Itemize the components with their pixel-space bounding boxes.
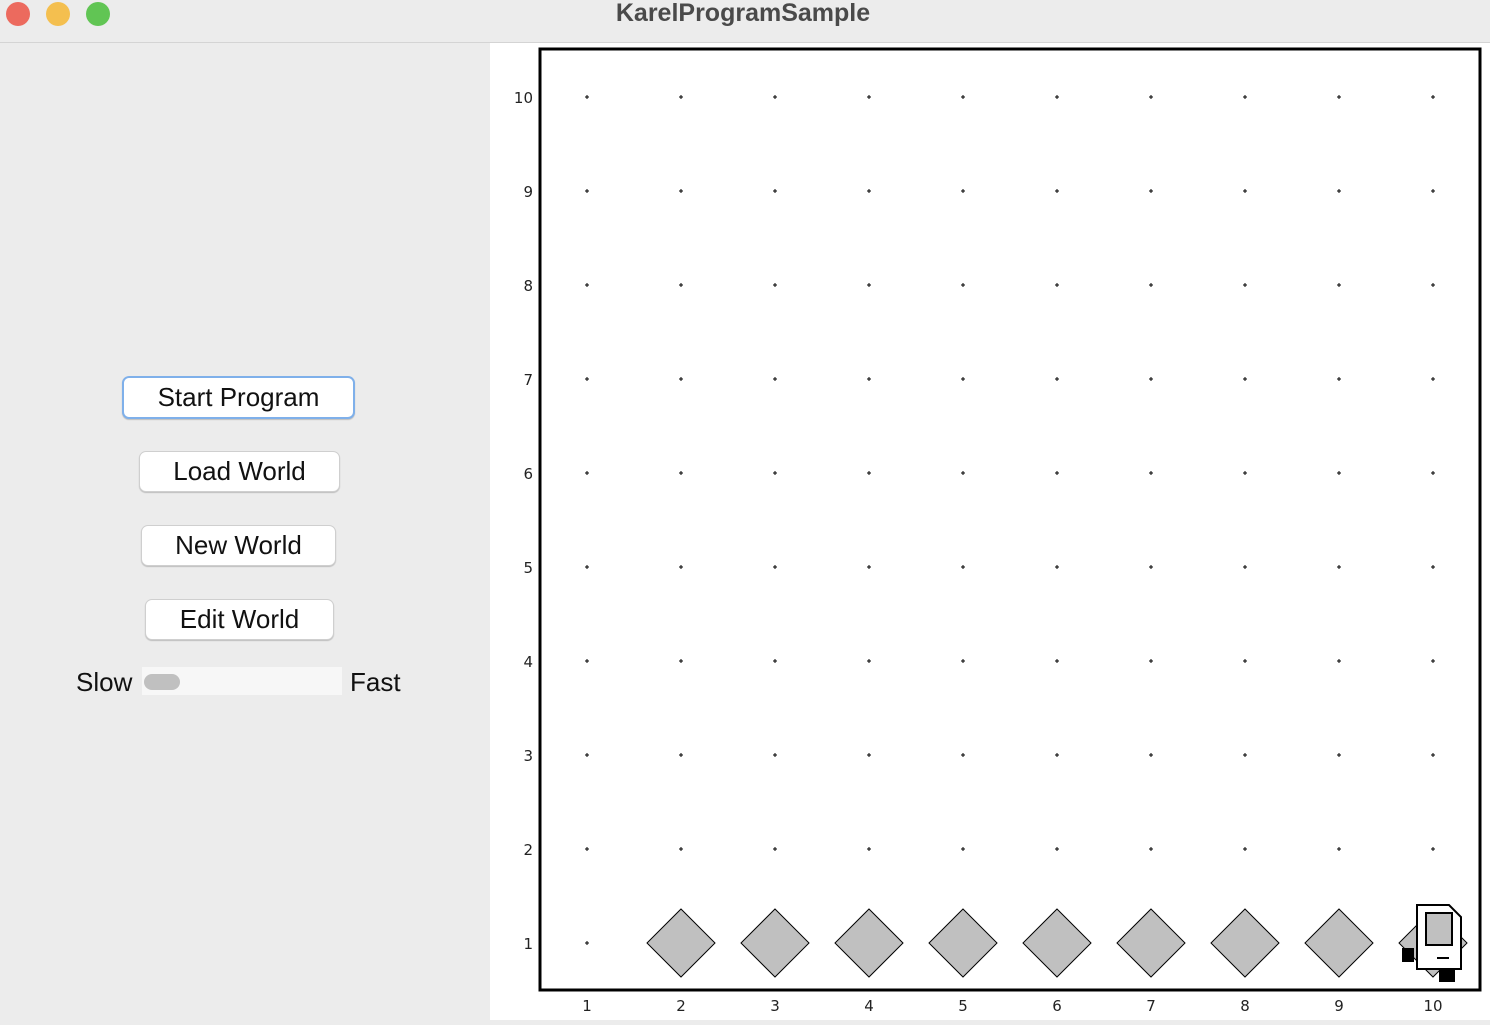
row-label: 9 xyxy=(523,183,533,201)
load-world-button[interactable]: Load World xyxy=(139,451,340,492)
row-label: 10 xyxy=(514,89,533,107)
window-title: KarelProgramSample xyxy=(615,0,871,27)
speed-slider[interactable] xyxy=(142,667,342,695)
world-panel: 1 2 3 4 5 6 7 8 9 10 1 2 3 4 5 6 7 8 9 10 xyxy=(490,43,1490,1020)
speed-slider-thumb[interactable] xyxy=(144,674,180,690)
row-label: 3 xyxy=(523,747,533,765)
column-label: 9 xyxy=(1334,997,1344,1015)
row-label: 1 xyxy=(523,935,533,953)
edit-world-button[interactable]: Edit World xyxy=(145,599,334,640)
start-program-button[interactable]: Start Program xyxy=(122,376,355,419)
karel-right-foot xyxy=(1439,970,1455,982)
column-label: 10 xyxy=(1423,997,1442,1015)
column-label: 2 xyxy=(676,997,686,1015)
slow-label: Slow xyxy=(76,667,133,697)
row-label: 2 xyxy=(523,841,533,859)
row-label: 6 xyxy=(523,465,533,483)
row-label: 7 xyxy=(523,371,533,389)
title-bar: KarelProgramSample xyxy=(0,0,1490,43)
karel-world[interactable]: 1 2 3 4 5 6 7 8 9 10 1 2 3 4 5 6 7 8 9 10 xyxy=(490,43,1490,1020)
karel-left-foot xyxy=(1402,948,1414,962)
column-label: 6 xyxy=(1052,997,1062,1015)
column-label: 1 xyxy=(582,997,592,1015)
column-label: 5 xyxy=(958,997,968,1015)
column-label: 3 xyxy=(770,997,780,1015)
fast-label: Fast xyxy=(350,667,401,697)
column-label: 4 xyxy=(864,997,874,1015)
karel-screen xyxy=(1425,912,1453,946)
row-label: 8 xyxy=(523,277,533,295)
row-label: 4 xyxy=(523,653,533,671)
row-label: 5 xyxy=(523,559,533,577)
column-label: 8 xyxy=(1240,997,1250,1015)
new-world-button[interactable]: New World xyxy=(141,525,336,566)
column-label: 7 xyxy=(1146,997,1156,1015)
